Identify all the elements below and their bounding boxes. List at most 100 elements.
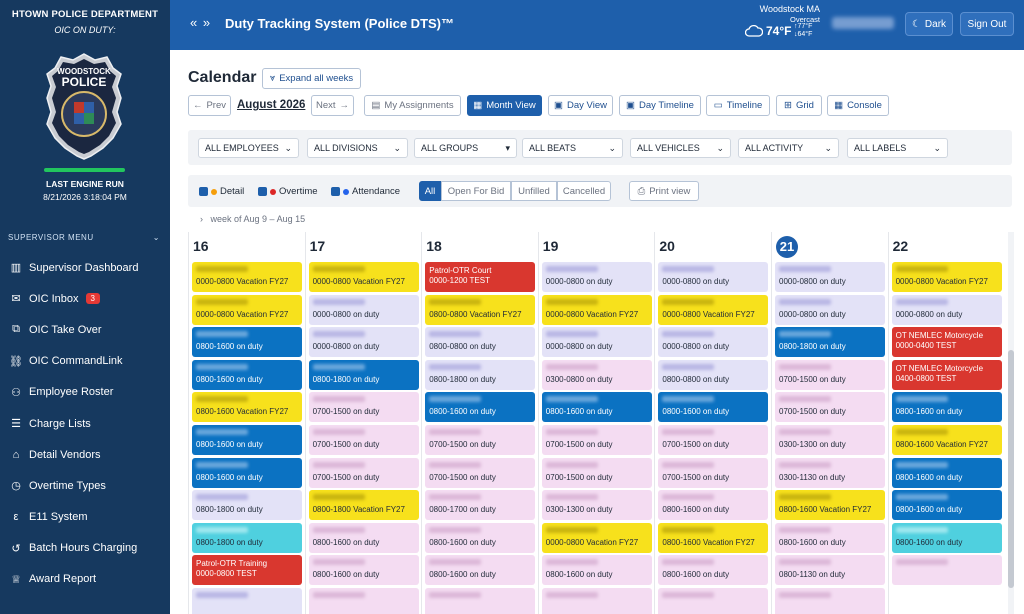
shift-card[interactable]: 0000-0800 on duty	[308, 327, 419, 358]
shift-card[interactable]	[425, 588, 536, 614]
shift-card[interactable]: 0800-1600 on duty	[425, 522, 536, 553]
shift-card[interactable]: 0300-0800 on duty	[541, 359, 652, 390]
shift-card[interactable]: OT NEMLEC Motorcycle 0000-0400 TEST	[891, 327, 1002, 358]
shift-card[interactable]: 0800-1800 on duty	[775, 327, 885, 358]
shift-card[interactable]: 0700-1500 on duty	[658, 457, 769, 488]
shift-card[interactable]: OT NEMLEC Motorcycle 0400-0800 TEST	[891, 359, 1002, 390]
shift-card[interactable]: 0300-1130 on duty	[775, 457, 885, 488]
shift-card[interactable]: 0800-0800 on duty	[658, 359, 769, 390]
shift-card[interactable]: 0300-1300 on duty	[541, 490, 652, 521]
filter-employees[interactable]: ALL EMPLOYEES ⌄	[198, 138, 299, 158]
shift-card[interactable]: 0000-0800 on duty	[658, 327, 769, 358]
sidebar-item-supervisor-dashboard[interactable]: ▥ Supervisor Dashboard	[0, 252, 170, 283]
shift-card[interactable]: 0800-1600 on duty	[658, 555, 769, 586]
segment-open-for-bid[interactable]: Open For Bid	[441, 181, 511, 201]
shift-card[interactable]: 0800-1600 on duty	[192, 457, 302, 488]
shift-card[interactable]: 0800-1600 Vacation FY27	[658, 522, 769, 553]
shift-card[interactable]: 0000-0800 Vacation FY27	[541, 294, 652, 325]
sidebar-item-award-report[interactable]: ♕ Award Report	[0, 564, 170, 595]
shift-card[interactable]: 0800-1600 on duty	[775, 522, 885, 553]
shift-card[interactable]: 0000-0800 Vacation FY27	[192, 262, 302, 292]
shift-card[interactable]: 0800-1600 on duty	[891, 457, 1002, 488]
shift-card[interactable]: 0000-0800 on duty	[658, 262, 769, 292]
shift-card[interactable]: 0700-1500 on duty	[541, 457, 652, 488]
filter-beats[interactable]: ALL BEATS ⌄	[522, 138, 623, 158]
shift-card[interactable]: 0000-0800 on duty	[891, 294, 1002, 325]
shift-card[interactable]: 0800-1600 Vacation FY27	[775, 490, 885, 521]
timeline-button[interactable]: ▭ Timeline	[706, 95, 770, 116]
shift-card[interactable]: 0700-1500 on duty	[308, 425, 419, 455]
legend-detail-toggle[interactable]: Detail	[199, 186, 244, 197]
day-header[interactable]: 17	[306, 232, 420, 260]
shift-card[interactable]	[541, 588, 652, 614]
dark-mode-button[interactable]: ☾ Dark	[905, 12, 953, 36]
sidebar-item-oic-take-over[interactable]: ⧉ OIC Take Over	[0, 314, 170, 345]
shift-card[interactable]: 0800-1800 on duty	[308, 359, 419, 390]
filter-vehicles[interactable]: ALL VEHICLES ⌄	[630, 138, 731, 158]
shift-card[interactable]: 0700-1500 on duty	[658, 425, 769, 455]
shift-card[interactable]: 0800-0800 on duty	[425, 327, 536, 358]
sidebar-item-detail-vendors[interactable]: ⌂ Detail Vendors	[0, 439, 170, 470]
shift-card[interactable]: 0700-1500 on duty	[425, 457, 536, 488]
sidebar-item-employee-roster[interactable]: ⚇ Employee Roster	[0, 377, 170, 408]
shift-card[interactable]: 0800-1600 on duty	[658, 392, 769, 423]
filter-groups[interactable]: ALL GROUPS ▾	[414, 138, 517, 158]
shift-card[interactable]: 0800-1600 on duty	[308, 522, 419, 553]
sidebar-item-oic-commandlink[interactable]: ⛓ OIC CommandLink	[0, 346, 170, 377]
shift-card[interactable]: 0300-1300 on duty	[775, 425, 885, 455]
shift-card[interactable]: 0800-1700 on duty	[425, 490, 536, 521]
shift-card[interactable]: 0700-1500 on duty	[308, 457, 419, 488]
shift-card[interactable]: 0700-1500 on duty	[425, 425, 536, 455]
shift-card[interactable]: 0800-1600 on duty	[425, 555, 536, 586]
shift-card[interactable]	[308, 588, 419, 614]
shift-card[interactable]: 0800-1600 Vacation FY27	[891, 425, 1002, 455]
sign-out-button[interactable]: Sign Out	[960, 12, 1014, 36]
day-header[interactable]: 18	[422, 232, 536, 260]
day-header[interactable]: 16	[189, 232, 303, 260]
month-view-button[interactable]: ▦ Month View	[467, 95, 542, 116]
next-button[interactable]: Next →	[311, 95, 354, 116]
filter-divisions[interactable]: ALL DIVISIONS ⌄	[307, 138, 408, 158]
shift-card[interactable]: 0700-1500 on duty	[308, 392, 419, 423]
shift-card[interactable]: 0800-1600 on duty	[425, 392, 536, 423]
shift-card[interactable]: 0000-0800 on duty	[775, 262, 885, 292]
shift-card[interactable]: 0800-1600 on duty	[541, 392, 652, 423]
scrollbar-thumb[interactable]	[1008, 350, 1014, 588]
legend-overtime-toggle[interactable]: Overtime	[258, 186, 318, 197]
shift-card[interactable]: 0800-1600 on duty	[541, 555, 652, 586]
collapse-sidebar-icon[interactable]: « »	[190, 15, 211, 30]
shift-card[interactable]: 0800-1600 on duty	[891, 490, 1002, 521]
shift-card[interactable]: Patrol-OTR Court 0000-1200 TEST	[425, 262, 536, 292]
day-header[interactable]: 21	[772, 232, 886, 260]
shift-card[interactable]: 0000-0800 Vacation FY27	[541, 522, 652, 553]
day-timeline-button[interactable]: ▣ Day Timeline	[619, 95, 701, 116]
shift-card[interactable]: 0000-0800 on duty	[775, 294, 885, 325]
shift-card[interactable]: 0800-1600 on duty	[192, 327, 302, 358]
shift-card[interactable]: 0800-1800 on duty	[425, 359, 536, 390]
my-assignments-button[interactable]: ▤ My Assignments	[364, 95, 461, 116]
expand-all-weeks-button[interactable]: ⩔ Expand all weeks	[262, 68, 361, 89]
shift-card[interactable]: 0800-1600 on duty	[308, 555, 419, 586]
segment-all[interactable]: All	[419, 181, 441, 201]
grid-button[interactable]: ⊞ Grid	[776, 95, 822, 116]
shift-card[interactable]: 0800-1600 on duty	[891, 392, 1002, 423]
shift-card[interactable]: 0700-1500 on duty	[541, 425, 652, 455]
shift-card[interactable]	[658, 588, 769, 614]
shift-card[interactable]: 0800-1600 on duty	[192, 425, 302, 455]
shift-card[interactable]: 0000-0800 Vacation FY27	[308, 262, 419, 292]
shift-card[interactable]: Patrol-OTR Training 0000-0800 TEST	[192, 555, 302, 586]
shift-card[interactable]: 0800-0800 Vacation FY27	[425, 294, 536, 325]
shift-card[interactable]: 0700-1500 on duty	[775, 392, 885, 423]
shift-card[interactable]: 0800-1600 on duty	[658, 490, 769, 521]
console-button[interactable]: ▦ Console	[827, 95, 889, 116]
shift-card[interactable]: 0000-0800 on duty	[308, 294, 419, 325]
shift-card[interactable]: 0800-1600 on duty	[192, 359, 302, 390]
day-header[interactable]: 22	[889, 232, 1003, 260]
print-view-button[interactable]: ⎙ Print view	[629, 181, 699, 201]
sidebar-item-charge-lists[interactable]: ☰ Charge Lists	[0, 408, 170, 439]
shift-card[interactable]	[891, 555, 1002, 586]
shift-card[interactable]: 0800-1800 on duty	[192, 490, 302, 521]
filter-labels[interactable]: ALL LABELS ⌄	[847, 138, 948, 158]
day-header[interactable]: 20	[655, 232, 769, 260]
sidebar-item-batch-hours-charging[interactable]: ↺ Batch Hours Charging	[0, 533, 170, 564]
